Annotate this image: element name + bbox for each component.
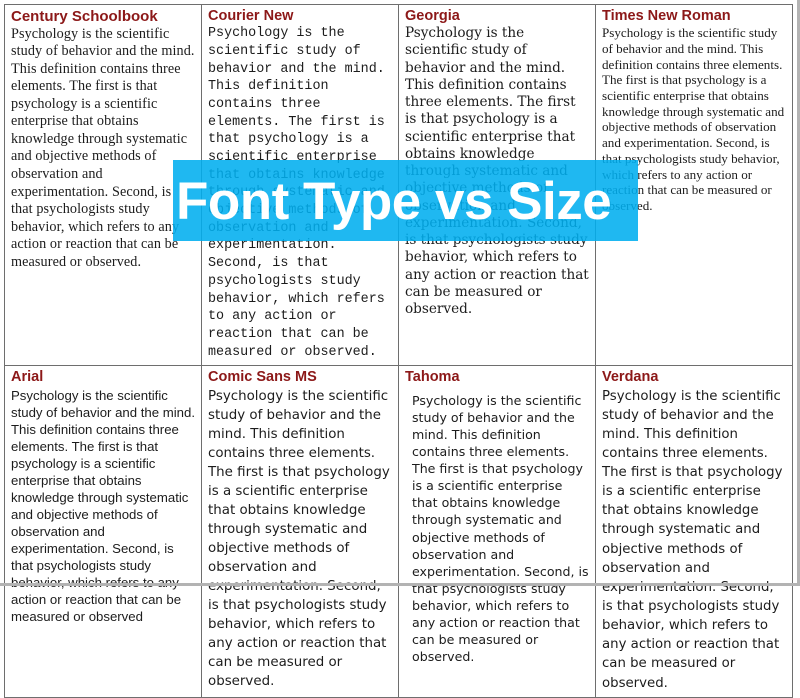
slide-frame-border [0, 0, 800, 586]
slide-canvas: Century Schoolbook Psychology is the sci… [0, 0, 800, 698]
